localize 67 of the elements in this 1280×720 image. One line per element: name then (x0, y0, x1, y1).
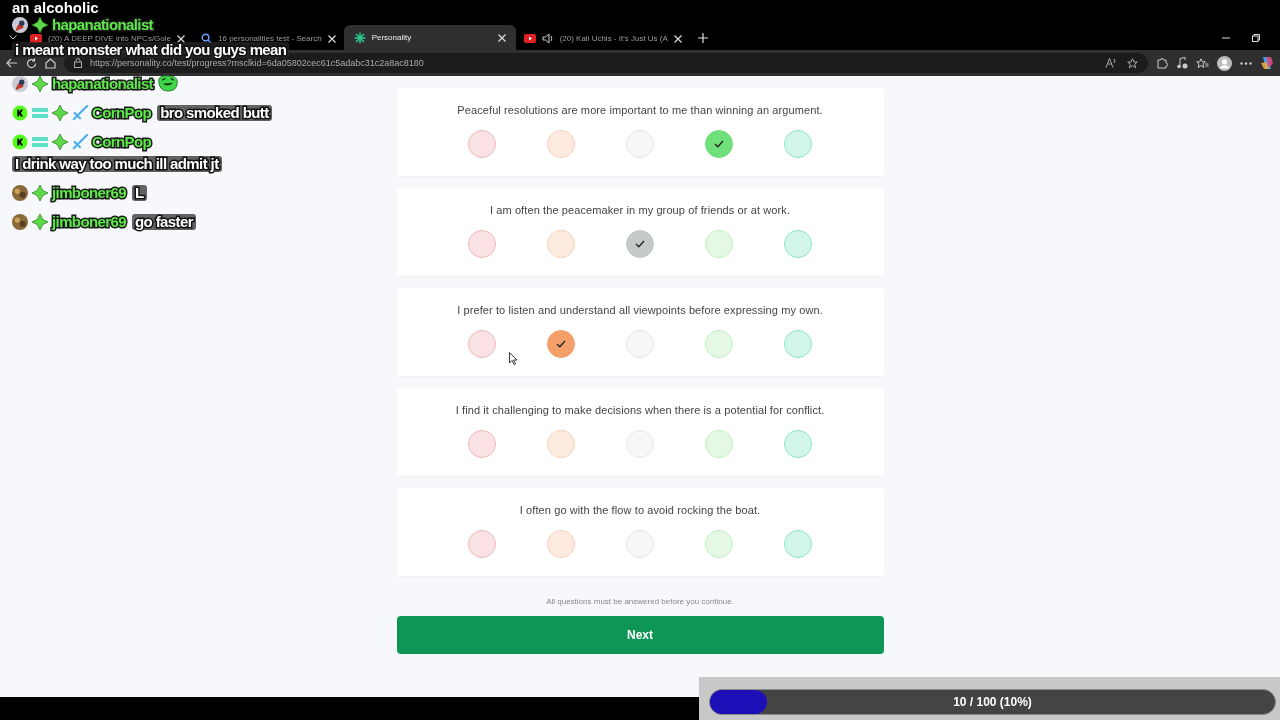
new-tab-icon[interactable] (697, 32, 708, 43)
minimize-icon[interactable] (1222, 36, 1230, 39)
browser-tab[interactable]: 16 personalities test - Search (193, 33, 344, 44)
bars-badge-icon (32, 106, 48, 120)
progress-label: 10 / 100 (10%) (953, 695, 1032, 709)
avatar-icon (12, 185, 28, 201)
gem-badge-icon (32, 17, 48, 33)
chat-message: bro smoked butt (157, 105, 272, 121)
more-icon[interactable] (1240, 61, 1252, 65)
music-icon[interactable] (1176, 57, 1188, 69)
chevron-icon[interactable] (9, 35, 17, 40)
close-icon[interactable] (497, 33, 506, 42)
stream-caption: an alcoholic (12, 0, 99, 16)
browser-tab[interactable]: (20) Kali Uchis - It's Just Us (A (515, 33, 690, 44)
star-icon[interactable] (1127, 57, 1138, 69)
video-icon (523, 34, 536, 43)
kick-badge-icon (12, 105, 28, 121)
avatar-icon (12, 17, 28, 33)
check-icon (556, 340, 566, 348)
refresh-icon[interactable] (26, 57, 37, 69)
question-text: Peaceful resolutions are more important to me than winning an argument. (456, 104, 824, 116)
check-icon (714, 140, 724, 148)
check-icon (635, 240, 645, 248)
lock-icon[interactable] (74, 58, 82, 68)
question-text: I find it challenging to make decisions when there is a potential for conflict. (454, 404, 826, 416)
answer-option[interactable] (547, 330, 575, 358)
sword-badge-icon (72, 105, 88, 121)
restore-icon[interactable] (1252, 33, 1260, 42)
question-text: I often go with the flow to avoid rocking the boat. (518, 504, 762, 516)
gem-badge-icon (32, 214, 48, 230)
read-aloud-icon[interactable] (1105, 58, 1117, 68)
back-icon[interactable] (6, 58, 18, 68)
tab-title: (20) Kali Uchis - It's Just Us (A (559, 34, 668, 43)
answer-option[interactable] (626, 230, 654, 258)
tab-title: Personality (371, 33, 413, 42)
avatar-icon (12, 214, 28, 230)
tab-title: (20) A DEEP DIVE into NPCs/Gole (48, 34, 171, 43)
cursor-icon (509, 352, 518, 365)
close-icon[interactable] (327, 34, 336, 43)
chat-username[interactable]: hapanationalist (52, 17, 154, 33)
gem-badge-icon (32, 185, 48, 201)
kick-badge-icon (12, 134, 28, 150)
gem-badge-icon (52, 134, 68, 150)
notice-text: All questions must be answered before you continue. (545, 597, 735, 606)
speaker-icon[interactable] (541, 33, 554, 44)
chat-message: I drink way too much ill admit jt (12, 156, 222, 172)
chat-message: i meant monster what did you guys mean (12, 42, 290, 58)
tab-title: 16 personalities test - Search (218, 34, 322, 43)
gem-badge-icon (52, 105, 68, 121)
gem-badge-icon (32, 75, 48, 92)
sword-badge-icon (72, 134, 88, 150)
favorites-icon[interactable] (1196, 57, 1209, 69)
close-icon[interactable] (177, 34, 185, 43)
next-button[interactable]: Next (396, 616, 884, 654)
profile-avatar[interactable] (1217, 55, 1232, 71)
close-icon[interactable] (673, 34, 682, 43)
chat-message: go faster (132, 214, 196, 230)
question-text: I prefer to listen and understand all viewpoints before expressing my own. (456, 304, 824, 316)
avatar-icon (12, 75, 28, 92)
home-icon[interactable] (45, 57, 56, 69)
bars-badge-icon (32, 135, 48, 149)
url-text: https://personality.co/test/progress?msclkid=6da05802cec61c5adabc31c2a8ac8180 (90, 58, 424, 68)
answer-option[interactable] (705, 130, 733, 158)
browser-tab[interactable]: Personality (343, 25, 516, 50)
chat-message: L (132, 185, 147, 201)
question-text: I am often the peacemaker in my group of friends or at work. (488, 204, 792, 216)
copilot-icon[interactable] (1260, 56, 1274, 70)
